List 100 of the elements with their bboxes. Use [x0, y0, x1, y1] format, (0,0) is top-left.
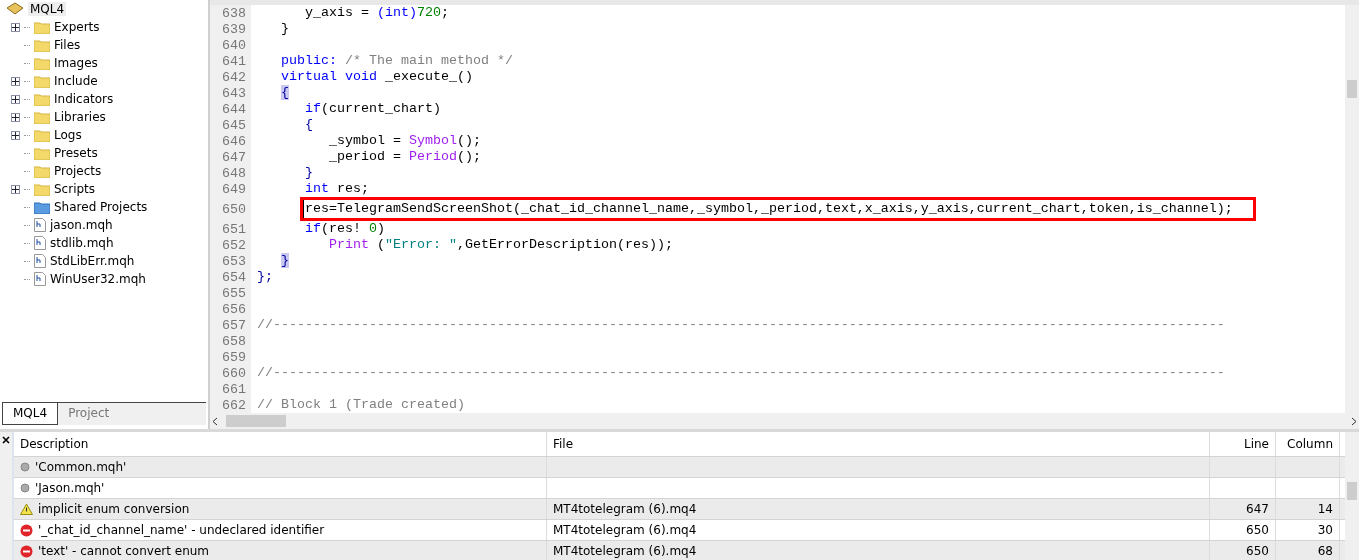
- scroll-left-icon[interactable]: [212, 416, 218, 426]
- column-header[interactable]: Line: [1210, 432, 1276, 456]
- horizontal-scrollbar[interactable]: [210, 413, 1359, 429]
- line-number: 658: [210, 333, 251, 349]
- folder-icon: [34, 92, 50, 106]
- line-number: 655: [210, 285, 251, 301]
- code-line: int res;: [304, 181, 369, 197]
- line-number: 651: [210, 221, 251, 237]
- line-value: 650: [1246, 523, 1269, 537]
- expand-icon[interactable]: [11, 112, 20, 122]
- message-text: 'Common.mqh': [35, 460, 127, 474]
- folder-icon: [34, 110, 50, 124]
- code-line: virtual void _execute_(): [280, 69, 473, 85]
- tree-item[interactable]: Shared Projects: [54, 200, 148, 214]
- line-number: 646: [210, 133, 251, 149]
- file-icon: [34, 272, 46, 286]
- line-number: 659: [210, 349, 251, 365]
- message-text: '_chat_id_channel_name' - undeclared identifier: [38, 523, 325, 537]
- vertical-scrollbar[interactable]: [1345, 5, 1359, 413]
- folder-icon: [34, 146, 50, 160]
- column-value: 68: [1317, 544, 1333, 558]
- close-icon[interactable]: [2, 436, 10, 444]
- file-name: MT4totelegram (6).mq4: [553, 523, 697, 537]
- tree-item[interactable]: Indicators: [54, 92, 114, 106]
- tree-item[interactable]: Scripts: [54, 182, 96, 196]
- message-text: 'text' - cannot convert enum: [38, 544, 210, 558]
- tree-item[interactable]: Libraries: [54, 110, 106, 124]
- code-line: // Block 1 (Trade created): [257, 397, 465, 413]
- file-icon: [34, 254, 46, 268]
- line-number: 642: [210, 69, 251, 85]
- file-icon: [34, 218, 46, 232]
- line-number: 647: [210, 149, 251, 165]
- tree-item[interactable]: stdlib.mqh: [50, 236, 114, 250]
- line-number: 662: [210, 397, 251, 413]
- code-line: }: [280, 21, 289, 37]
- code-line: //-----------------------------------------------------------------------------------------------------------------------: [257, 317, 1225, 333]
- line-number: 650: [210, 197, 251, 221]
- scroll-right-icon[interactable]: [1351, 416, 1357, 426]
- status-dot-icon: [20, 462, 30, 472]
- folder-icon: [34, 38, 50, 52]
- tree-item[interactable]: Include: [54, 74, 98, 88]
- tree-item[interactable]: Projects: [54, 164, 102, 178]
- expand-icon[interactable]: [11, 22, 20, 32]
- error-icon: [20, 523, 33, 537]
- line-number: 654: [210, 269, 251, 285]
- tree-item[interactable]: jason.mqh: [50, 218, 113, 232]
- line-number: 649: [210, 181, 251, 197]
- panel-tab[interactable]: MQL4: [2, 403, 59, 425]
- code-line: _period = Period();: [328, 149, 481, 165]
- code-line: }: [304, 165, 313, 181]
- expand-icon[interactable]: [11, 184, 20, 194]
- line-number: 645: [210, 117, 251, 133]
- expand-icon[interactable]: [11, 130, 20, 140]
- column-header[interactable]: Column: [1276, 432, 1340, 456]
- line-value: 647: [1246, 502, 1269, 516]
- tree-item[interactable]: WinUser32.mqh: [50, 272, 146, 286]
- file-name: MT4totelegram (6).mq4: [553, 502, 697, 516]
- column-header[interactable]: File: [547, 432, 1210, 456]
- line-number: 657: [210, 317, 251, 333]
- vertical-scrollbar[interactable]: [1345, 432, 1359, 560]
- line-number: 656: [210, 301, 251, 317]
- tree-item[interactable]: Presets: [54, 146, 98, 160]
- column-value: 14: [1317, 502, 1333, 516]
- code-line: if(res! 0): [304, 221, 385, 237]
- folder-icon: [34, 200, 50, 214]
- line-number: 643: [210, 85, 251, 101]
- expand-icon[interactable]: [11, 76, 20, 86]
- file-icon: [34, 236, 46, 250]
- folder-icon: [34, 164, 50, 178]
- expand-icon[interactable]: [11, 94, 20, 104]
- message-text: implicit enum conversion: [38, 502, 190, 516]
- line-number: 640: [210, 37, 251, 53]
- scrollbar-thumb[interactable]: [226, 415, 286, 427]
- column-value: 30: [1317, 523, 1333, 537]
- warning-icon: [20, 503, 33, 515]
- tree-item[interactable]: Images: [54, 56, 98, 70]
- line-number: 644: [210, 101, 251, 117]
- folder-icon: [34, 74, 50, 88]
- message-text: 'Jason.mqh': [35, 481, 105, 495]
- status-dot-icon: [20, 483, 30, 493]
- code-line: //-----------------------------------------------------------------------------------------------------------------------: [257, 365, 1225, 381]
- line-number: 660: [210, 365, 251, 381]
- tree-item[interactable]: StdLibErr.mqh: [50, 254, 135, 268]
- line-number: 648: [210, 165, 251, 181]
- tree-item[interactable]: Logs: [54, 128, 82, 142]
- line-number: 652: [210, 237, 251, 253]
- line-number: 661: [210, 381, 251, 397]
- error-icon: [20, 544, 33, 558]
- column-header[interactable]: Description: [14, 432, 547, 456]
- line-number: 653: [210, 253, 251, 269]
- file-name: MT4totelegram (6).mq4: [553, 544, 697, 558]
- panel-tab[interactable]: Project: [58, 403, 120, 425]
- tree-item[interactable]: Files: [54, 38, 81, 52]
- tree-item[interactable]: Experts: [54, 20, 100, 34]
- tree-root-label[interactable]: MQL4: [28, 2, 67, 16]
- code-line: {: [304, 117, 313, 133]
- code-line: Print ("Error: ",GetErrorDescription(res));: [328, 237, 673, 253]
- folder-icon: [34, 20, 50, 34]
- line-number: 638: [210, 5, 251, 21]
- folder-icon: [34, 56, 50, 70]
